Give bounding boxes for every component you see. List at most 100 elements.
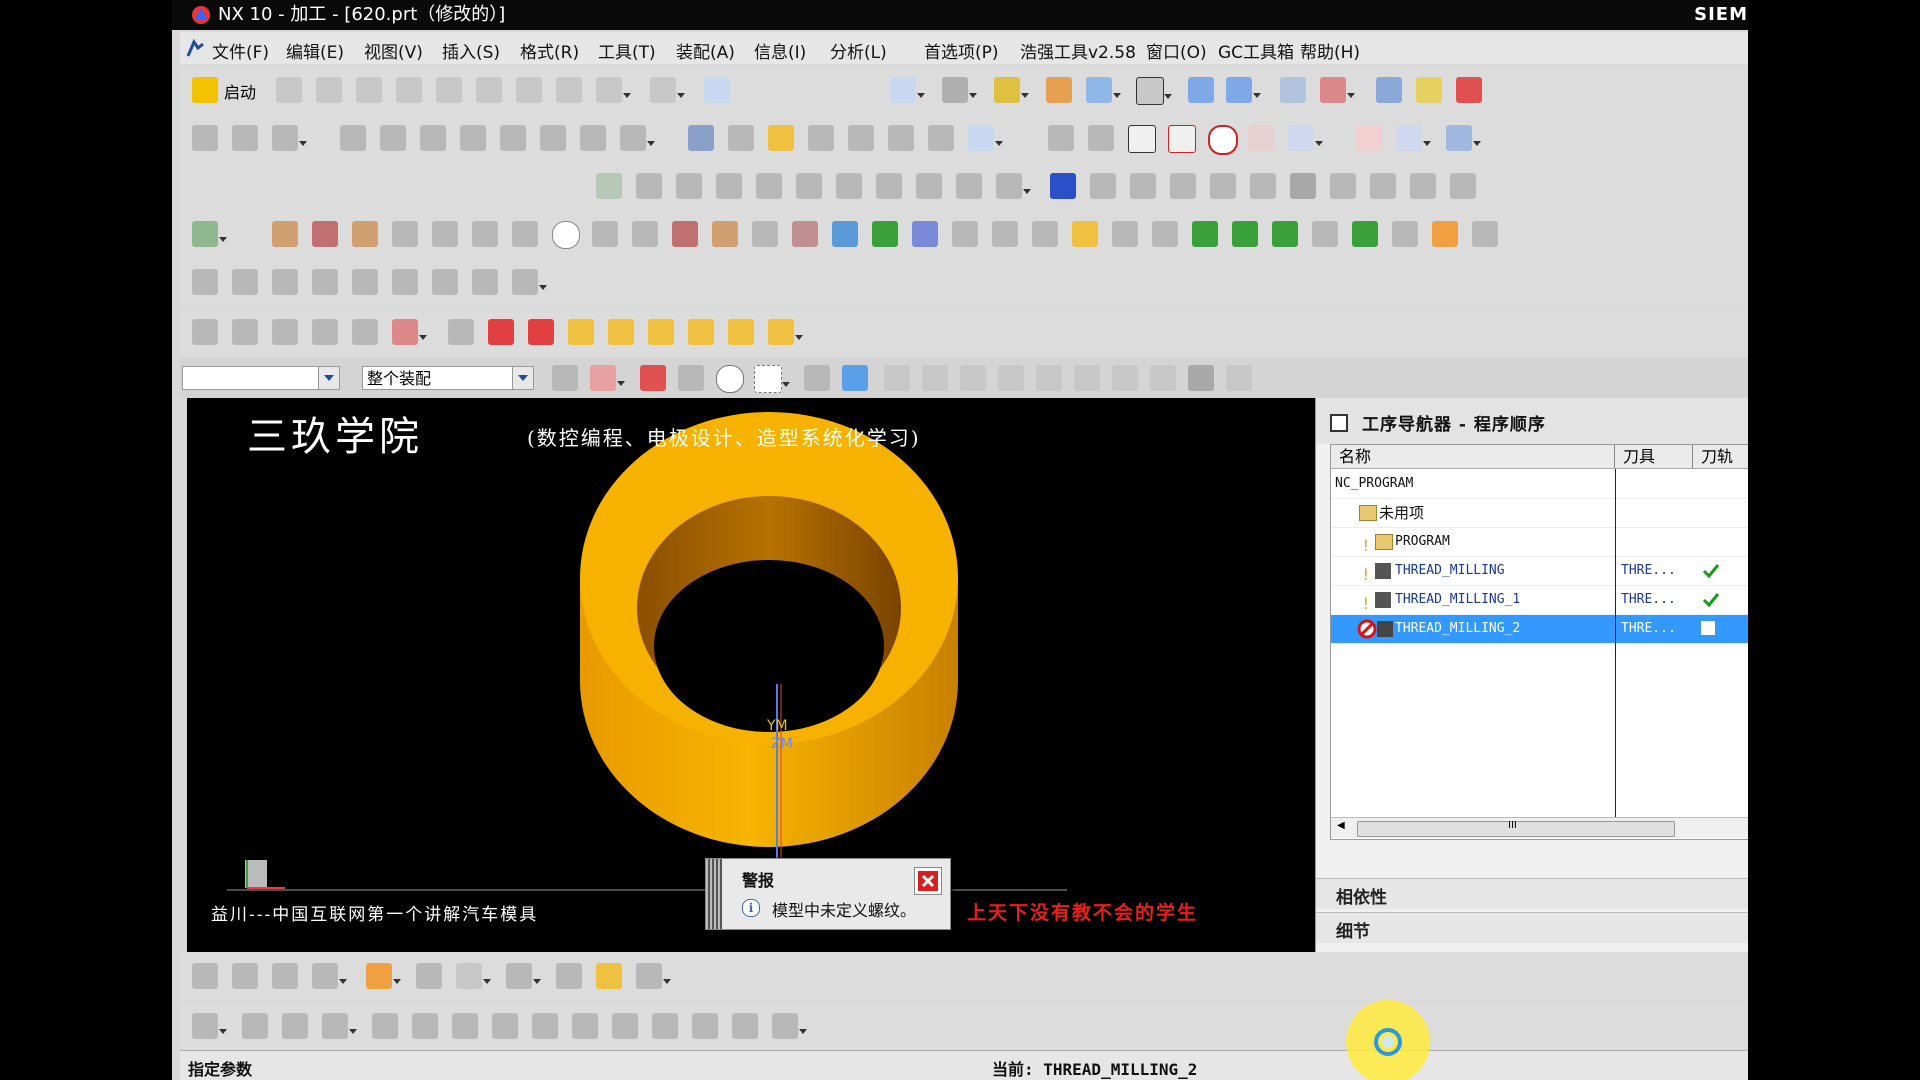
pocket-icon[interactable] [432, 221, 458, 247]
tree-row-unused[interactable]: 未用项 [1331, 499, 1748, 528]
chevron-down-icon[interactable] [318, 367, 339, 389]
nc-program-icon[interactable] [1050, 173, 1076, 199]
machine-icon[interactable] [1330, 173, 1356, 199]
move-up-icon[interactable] [488, 319, 514, 345]
menu-insert[interactable]: 插入(S) [442, 38, 500, 63]
rectangle-select-icon[interactable] [754, 365, 790, 393]
program-order-view-icon[interactable] [340, 125, 366, 151]
prt-icon[interactable] [912, 221, 938, 247]
hole-mill-icon[interactable] [876, 173, 902, 199]
edit-path-icon[interactable] [1048, 125, 1074, 151]
verify-toolpath-icon[interactable] [620, 125, 655, 151]
close-button[interactable] [914, 867, 942, 895]
ruler-icon[interactable] [312, 963, 347, 989]
delete-icon[interactable] [556, 77, 582, 103]
inch-mm-icon[interactable] [232, 269, 258, 295]
center-point-icon[interactable] [716, 365, 744, 393]
arc-icon[interactable] [472, 269, 498, 295]
menu-analysis[interactable]: 分析(L) [830, 38, 887, 63]
component-icon[interactable] [232, 963, 258, 989]
flow-cut-icon[interactable] [796, 173, 822, 199]
datum-axis-icon[interactable] [1472, 221, 1498, 247]
measure-icon[interactable] [1376, 77, 1402, 103]
draft-icon[interactable] [1032, 221, 1058, 247]
revolve-icon[interactable] [312, 221, 338, 247]
fixture-icon[interactable] [1370, 173, 1396, 199]
pad-icon[interactable] [472, 221, 498, 247]
step-icon[interactable] [572, 1013, 598, 1039]
tree-row-thread-milling[interactable]: ! THREAD_MILLING THRE... [1331, 557, 1748, 586]
menu-format[interactable]: 格式(R) [520, 38, 579, 63]
bore-icon[interactable] [1170, 173, 1196, 199]
network-icon[interactable] [772, 1013, 807, 1039]
menu-icon[interactable] [184, 38, 206, 65]
end-point-icon[interactable] [678, 365, 704, 391]
clip-icon[interactable] [652, 1013, 678, 1039]
graphics-viewport[interactable]: YM ZM 三玖学院 (数控编程、电极设计、造型系统化学习) 益川---中国互联… [187, 398, 1315, 952]
slot-icon[interactable] [512, 221, 538, 247]
part-icon[interactable] [596, 963, 622, 989]
layer-stack-icon[interactable] [272, 319, 298, 345]
cube-stack-icon[interactable] [636, 963, 671, 989]
replay-toolpath-icon[interactable] [540, 125, 566, 151]
pattern-icon[interactable] [1072, 221, 1098, 247]
scope-select[interactable]: 整个装配 [362, 366, 534, 390]
chevron-down-icon[interactable] [512, 367, 533, 389]
ream-icon[interactable] [1210, 173, 1236, 199]
menu-edit[interactable]: 编辑(E) [286, 38, 344, 63]
layer-manager-icon[interactable] [192, 319, 218, 345]
create-geometry-icon[interactable] [272, 125, 307, 151]
point-snap-icon[interactable] [640, 365, 666, 391]
tree-row-thread-milling-2[interactable]: THREAD_MILLING_2 THRE... [1331, 615, 1748, 644]
column-name[interactable]: 名称 [1331, 445, 1615, 469]
feeds-speeds-icon[interactable] [1446, 125, 1481, 151]
menu-tools[interactable]: 工具(T) [598, 38, 656, 63]
spot-drill-icon[interactable] [996, 173, 1031, 199]
sketch-icon[interactable] [192, 221, 227, 247]
trim-body-icon[interactable] [1152, 221, 1178, 247]
fixed-contour-icon[interactable] [756, 173, 782, 199]
menu-assembly[interactable]: 装配(A) [676, 38, 735, 63]
path-list-icon[interactable] [1088, 125, 1114, 151]
quadrant-icon[interactable] [1074, 365, 1100, 391]
drill-icon[interactable] [1090, 173, 1116, 199]
shop-doc-icon[interactable] [768, 125, 794, 151]
link-icon[interactable] [416, 963, 442, 989]
shell-icon[interactable] [992, 221, 1018, 247]
level-4-icon[interactable] [688, 319, 714, 345]
offset-face-icon[interactable] [1232, 221, 1258, 247]
extrude-icon[interactable] [272, 221, 298, 247]
method-view-icon[interactable] [460, 125, 486, 151]
tool-list-icon[interactable] [928, 125, 954, 151]
machine-tool-view-icon[interactable] [380, 125, 406, 151]
menu-gc-toolbox[interactable]: GC工具箱 [1218, 38, 1294, 63]
mirror-icon[interactable] [1112, 221, 1138, 247]
column-toolpath[interactable]: 刀轨 [1693, 445, 1748, 469]
snap-icon[interactable] [590, 365, 625, 391]
contour-text-icon[interactable] [836, 173, 862, 199]
menu-haoqiang-tools[interactable]: 浩强工具v2.58 [1020, 38, 1136, 63]
replace-face-icon[interactable] [1352, 221, 1378, 247]
copy-icon[interactable] [476, 77, 502, 103]
transform-icon[interactable] [848, 125, 874, 151]
chamfer-icon[interactable] [956, 173, 982, 199]
analyze-icon[interactable] [1416, 77, 1442, 103]
perpendicular-icon[interactable] [998, 365, 1024, 391]
wcs-orient-icon[interactable] [1226, 77, 1261, 103]
circle-icon[interactable] [1208, 125, 1238, 155]
pan-icon[interactable] [884, 365, 910, 391]
tap-icon[interactable] [1130, 173, 1156, 199]
menu-preferences[interactable]: 首选项(P) [924, 38, 999, 63]
scroll-left-icon[interactable]: ◀ [1337, 820, 1345, 831]
new-icon[interactable] [276, 77, 302, 103]
datum-csys-icon[interactable] [1432, 221, 1458, 247]
shaded-icon[interactable] [994, 77, 1029, 103]
cavity-mill-icon[interactable] [676, 173, 702, 199]
create-program-icon[interactable] [192, 125, 218, 151]
object-display-icon[interactable] [888, 125, 914, 151]
delete-face-icon[interactable] [1312, 221, 1338, 247]
move-face-icon[interactable] [1272, 221, 1298, 247]
menu-info[interactable]: 信息(I) [754, 38, 806, 63]
tree-row-program[interactable]: ! PROGRAM [1331, 528, 1748, 557]
cone-icon[interactable] [632, 221, 658, 247]
